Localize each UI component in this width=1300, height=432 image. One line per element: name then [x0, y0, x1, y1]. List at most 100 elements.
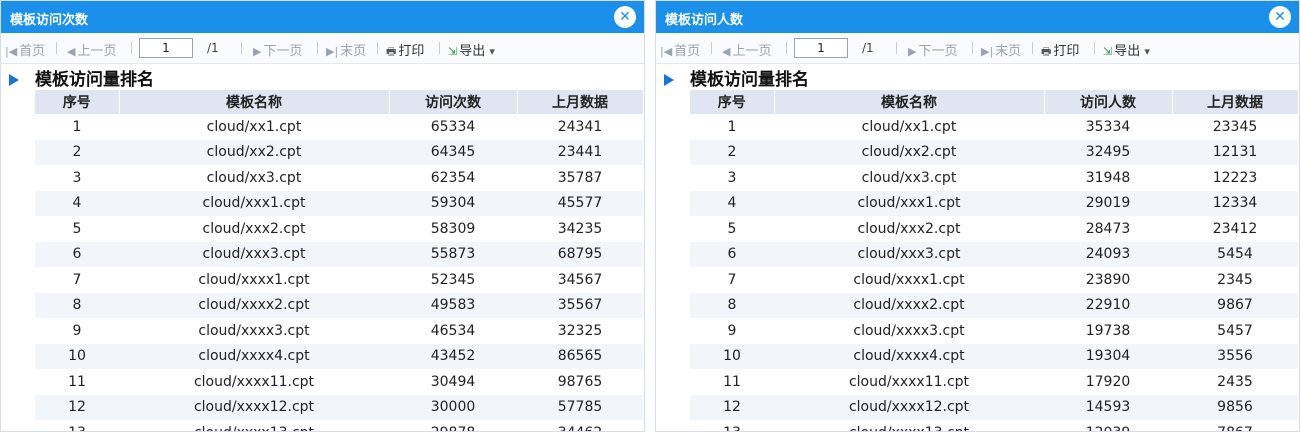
table-cell: 46534 — [430, 322, 476, 339]
table-cell: 45577 — [517, 190, 643, 216]
last-page-label: 末页 — [995, 44, 1022, 59]
table-cell: 5454 — [1172, 241, 1298, 267]
table-cell: 4 — [690, 190, 774, 216]
table-cell: 32325 — [557, 322, 603, 339]
export-icon: ⇲ — [448, 45, 458, 58]
report-window-visits: 模板访问次数 ✕ |◀首页 ◀上一页 /1 ▶下一页 ▶|末页 🖶打印 ⇲导出 … — [0, 0, 645, 432]
table-cell: 5 — [727, 220, 737, 237]
print-label: 打印 — [398, 44, 425, 59]
table-row: 5 cloud/xxx2.cpt 28473 23412 — [690, 216, 1298, 242]
table-cell: 29019 — [1044, 190, 1172, 216]
first-page-button[interactable]: |◀ 首页 — [660, 40, 700, 59]
table-cell: 8 — [690, 292, 774, 318]
table-cell: 34462 — [517, 420, 643, 431]
table-cell: 12334 — [1172, 190, 1298, 216]
table-row: 3 cloud/xx3.cpt 62354 35787 — [35, 165, 643, 191]
table-cell: 34567 — [557, 271, 603, 288]
last-page-button[interactable]: ▶| 末页 — [981, 40, 1021, 59]
first-page-button[interactable]: |◀ 首页 — [5, 40, 45, 59]
table-cell: cloud/xxxx13.cpt — [119, 420, 389, 431]
prev-page-button[interactable]: ◀ 上一页 — [67, 40, 116, 59]
toolbar-divider — [1094, 42, 1095, 54]
first-page-icon: |◀ — [660, 45, 673, 58]
table-cell: 3556 — [1172, 343, 1298, 369]
table-cell: 13 — [690, 420, 774, 431]
prev-page-label: 上一页 — [77, 44, 117, 59]
table-cell: cloud/xxxx1.cpt — [198, 271, 310, 288]
page-number-input[interactable] — [139, 38, 193, 58]
table-row: 3 cloud/xx3.cpt 31948 12223 — [690, 165, 1298, 191]
report-window-visitors: 模板访问人数 ✕ |◀首页 ◀上一页 /1 ▶下一页 ▶|末页 🖶打印 ⇲导出 … — [655, 0, 1300, 432]
next-page-button[interactable]: ▶ 下一页 — [253, 40, 302, 59]
print-label: 打印 — [1053, 44, 1080, 59]
table-row: 2 cloud/xx2.cpt 32495 12131 — [690, 139, 1298, 165]
table-row: 11 cloud/xxxx11.cpt 30494 98765 — [35, 369, 643, 395]
triangle-marker-icon — [664, 74, 674, 86]
table-cell: 3 — [727, 169, 737, 186]
table-cell: 1 — [72, 118, 82, 135]
column-header: 序号 — [690, 90, 775, 114]
close-icon[interactable]: ✕ — [614, 6, 636, 28]
table-cell: cloud/xx2.cpt — [119, 139, 389, 165]
prev-page-icon: ◀ — [67, 45, 76, 58]
table-cell: 24093 — [1044, 241, 1172, 267]
toolbar-divider — [439, 42, 440, 54]
column-header: 访问次数 — [389, 90, 518, 114]
table-cell: 17920 — [1085, 373, 1131, 390]
table-cell: cloud/xxx2.cpt — [202, 220, 306, 237]
print-button[interactable]: 🖶 打印 — [1041, 40, 1079, 62]
table-cell: 11 — [68, 373, 86, 390]
triangle-marker-icon — [9, 74, 19, 86]
page-total: /1 — [862, 41, 874, 55]
table-cell: 55873 — [389, 241, 517, 267]
prev-page-button[interactable]: ◀ 上一页 — [722, 40, 771, 59]
table-cell: 13 — [35, 420, 119, 431]
page-total: /1 — [207, 41, 219, 55]
table-cell: cloud/xx1.cpt — [206, 118, 302, 135]
column-header: 序号 — [35, 90, 120, 114]
table-cell: 12 — [35, 394, 119, 420]
table-cell: cloud/xxx3.cpt — [119, 241, 389, 267]
table-cell: 10 — [690, 343, 774, 369]
print-button[interactable]: 🖶 打印 — [386, 40, 424, 62]
table-cell: 19738 — [1085, 322, 1131, 339]
table-cell: cloud/xxx2.cpt — [857, 220, 961, 237]
export-button[interactable]: ⇲ 导出 ▾ — [1103, 40, 1152, 59]
table-row: 2 cloud/xx2.cpt 64345 23441 — [35, 139, 643, 165]
table-cell: 52345 — [430, 271, 476, 288]
table-cell: cloud/xx2.cpt — [774, 139, 1044, 165]
table-cell: 86565 — [517, 343, 643, 369]
prev-page-icon: ◀ — [722, 45, 731, 58]
table-cell: 12 — [690, 394, 774, 420]
export-button[interactable]: ⇲ 导出 ▾ — [448, 40, 497, 59]
close-icon[interactable]: ✕ — [1269, 6, 1291, 28]
column-header: 模板名称 — [774, 90, 1045, 114]
window-titlebar: 模板访问人数 ✕ — [656, 1, 1299, 33]
table-row: 4 cloud/xxx1.cpt 59304 45577 — [35, 190, 643, 216]
column-header: 访问人数 — [1044, 90, 1173, 114]
table-cell: 9 — [727, 322, 737, 339]
section-title-text: 模板访问量排名 — [35, 70, 154, 90]
column-header: 上月数据 — [1172, 90, 1299, 114]
next-page-icon: ▶ — [908, 45, 917, 58]
table-cell: 12039 — [1044, 420, 1172, 431]
table-row: 12 cloud/xxxx12.cpt 14593 9856 — [690, 394, 1298, 420]
table-cell: cloud/xxxx11.cpt — [848, 373, 970, 390]
table-cell: 4 — [35, 190, 119, 216]
page-number-input[interactable] — [794, 38, 848, 58]
table-cell: 7 — [72, 271, 82, 288]
ranking-table: 序号 模板名称 访问次数 上月数据 1 cloud/xx1.cpt 65334 24341 2… — [35, 90, 644, 431]
section-title-text: 模板访问量排名 — [690, 70, 809, 90]
column-header: 上月数据 — [517, 90, 644, 114]
last-page-button[interactable]: ▶| 末页 — [326, 40, 366, 59]
table-cell: cloud/xxxx3.cpt — [853, 322, 965, 339]
table-cell: 1 — [727, 118, 737, 135]
table-cell: 9867 — [1172, 292, 1298, 318]
table-row: 11 cloud/xxxx11.cpt 17920 2435 — [690, 369, 1298, 395]
next-page-button[interactable]: ▶ 下一页 — [908, 40, 957, 59]
table-cell: cloud/xxxx11.cpt — [193, 373, 315, 390]
table-row: 9 cloud/xxxx3.cpt 46534 32325 — [35, 318, 643, 344]
table-cell: cloud/xxxx3.cpt — [198, 322, 310, 339]
table-cell: cloud/xx3.cpt — [861, 169, 957, 186]
table-cell: 23441 — [517, 139, 643, 165]
